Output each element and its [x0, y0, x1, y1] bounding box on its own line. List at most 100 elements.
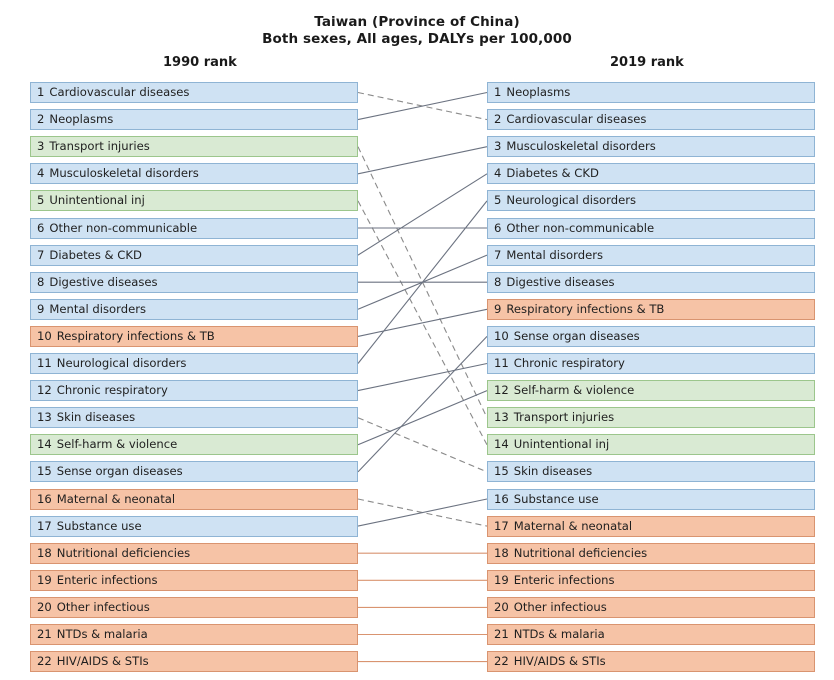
- rank-cause-label: Other non-communicable: [506, 220, 655, 235]
- rank-row[interactable]: 19 Enteric infections: [30, 569, 358, 591]
- rank-row[interactable]: 19 Enteric infections: [487, 569, 815, 591]
- rank-number: 10: [37, 328, 52, 343]
- rank-row[interactable]: 8 Digestive diseases: [30, 271, 358, 293]
- rank-row[interactable]: 1 Cardiovascular diseases: [30, 82, 358, 103]
- rank-cause-label: Neurological disorders: [56, 356, 187, 370]
- rank-row[interactable]: 4 Musculoskeletal disorders: [30, 163, 358, 185]
- rank-number: 12: [37, 383, 52, 398]
- rank-cause-label: Transport injuries: [49, 139, 150, 154]
- rank-number: 15: [37, 464, 52, 479]
- rank-row[interactable]: 13 Skin diseases: [30, 407, 358, 429]
- rank-cause-label: Mental disorders: [506, 247, 604, 262]
- rank-row[interactable]: 3 Musculoskeletal disorders: [487, 136, 815, 158]
- rank-row[interactable]: 22 HIV/AIDS & STIs: [30, 651, 358, 673]
- rank-number: 13: [494, 410, 509, 425]
- rank-cause-label: Unintentional inj: [49, 193, 145, 208]
- rank-row[interactable]: 16 Maternal & neonatal: [30, 488, 358, 510]
- rank-number: 14: [494, 437, 509, 452]
- rank-cause-label: Digestive diseases: [49, 274, 158, 289]
- rank-number: 4: [494, 166, 502, 181]
- rank-connector: [357, 362, 488, 392]
- rank-number: 8: [494, 274, 502, 289]
- rank-row[interactable]: 17 Substance use: [30, 515, 358, 537]
- rank-connector: [357, 146, 488, 175]
- rank-row[interactable]: 7 Diabetes & CKD: [30, 244, 358, 266]
- rank-row[interactable]: 9 Mental disorders: [30, 298, 358, 320]
- rank-row[interactable]: 21 NTDs & malaria: [487, 624, 815, 645]
- rank-cause-label: Respiratory infections & TB: [56, 328, 215, 343]
- rank-number: 5: [494, 193, 502, 208]
- rank-cause-label: Cardiovascular diseases: [49, 85, 190, 99]
- rank-number: 21: [37, 627, 52, 641]
- rank-row[interactable]: 15 Skin diseases: [487, 461, 815, 483]
- rank-row[interactable]: 2 Neoplasms: [30, 109, 358, 131]
- rank-connector: [357, 308, 488, 337]
- rank-cause-label: Maternal & neonatal: [56, 491, 176, 506]
- rank-connector: [357, 417, 488, 473]
- rank-cause-label: NTDs & malaria: [56, 627, 148, 641]
- rank-connector: [357, 173, 488, 256]
- chart-title-line-1: Taiwan (Province of China): [314, 14, 520, 30]
- rank-number: 15: [494, 464, 509, 479]
- rank-row[interactable]: 18 Nutritional deficiencies: [487, 542, 815, 564]
- rank-row[interactable]: 3 Transport injuries: [30, 136, 358, 158]
- rank-cause-label: Cardiovascular diseases: [506, 112, 647, 127]
- rank-cause-label: Neoplasms: [49, 112, 114, 127]
- rank-cause-label: Sense organ diseases: [56, 464, 183, 479]
- rank-connector: [357, 200, 488, 446]
- rank-cause-label: Respiratory infections & TB: [506, 301, 665, 316]
- rank-number: 19: [37, 572, 52, 587]
- rank-row[interactable]: 5 Neurological disorders: [487, 190, 815, 212]
- rank-row[interactable]: 22 HIV/AIDS & STIs: [487, 651, 815, 673]
- rank-row[interactable]: 12 Chronic respiratory: [30, 380, 358, 402]
- rank-number: 4: [37, 166, 45, 181]
- rank-number: 22: [494, 654, 509, 669]
- rank-row[interactable]: 10 Sense organ diseases: [487, 325, 815, 347]
- rank-number: 18: [494, 545, 509, 560]
- rank-number: 17: [494, 518, 509, 533]
- rank-number: 22: [37, 654, 52, 669]
- column-header-2019: 2019 rank: [610, 55, 684, 70]
- rank-row[interactable]: 4 Diabetes & CKD: [487, 163, 815, 185]
- rank-row[interactable]: 13 Transport injuries: [487, 407, 815, 429]
- rank-number: 16: [494, 491, 509, 506]
- rank-row[interactable]: 18 Nutritional deficiencies: [30, 542, 358, 564]
- rank-cause-label: Chronic respiratory: [56, 383, 168, 398]
- rank-row[interactable]: 20 Other infectious: [30, 596, 358, 618]
- rank-row[interactable]: 12 Self-harm & violence: [487, 380, 815, 402]
- rank-number: 3: [37, 139, 45, 154]
- rank-row[interactable]: 1 Neoplasms: [487, 82, 815, 103]
- rank-row[interactable]: 21 NTDs & malaria: [30, 624, 358, 645]
- rank-row[interactable]: 20 Other infectious: [487, 596, 815, 618]
- rank-number: 6: [37, 220, 45, 235]
- rank-connector: [357, 91, 488, 121]
- rank-number: 11: [37, 356, 52, 370]
- rank-number: 2: [494, 112, 502, 127]
- rank-row[interactable]: 6 Other non-communicable: [30, 217, 358, 239]
- rank-row[interactable]: 15 Sense organ diseases: [30, 461, 358, 483]
- rank-connector: [357, 254, 488, 310]
- rank-row[interactable]: 11 Neurological disorders: [30, 353, 358, 374]
- rank-row[interactable]: 2 Cardiovascular diseases: [487, 109, 815, 131]
- rank-row[interactable]: 17 Maternal & neonatal: [487, 515, 815, 537]
- rank-cause-label: Substance use: [513, 491, 599, 506]
- rank-number: 9: [494, 301, 502, 316]
- rank-cause-label: Digestive diseases: [506, 274, 615, 289]
- rank-row[interactable]: 6 Other non-communicable: [487, 217, 815, 239]
- column-header-1990: 1990 rank: [163, 55, 237, 70]
- rank-row[interactable]: 14 Self-harm & violence: [30, 434, 358, 456]
- rank-row[interactable]: 11 Chronic respiratory: [487, 353, 815, 374]
- rank-row[interactable]: 8 Digestive diseases: [487, 271, 815, 293]
- rank-row[interactable]: 5 Unintentional inj: [30, 190, 358, 212]
- rank-row[interactable]: 7 Mental disorders: [487, 244, 815, 266]
- rank-row[interactable]: 9 Respiratory infections & TB: [487, 298, 815, 320]
- rank-row[interactable]: 10 Respiratory infections & TB: [30, 325, 358, 347]
- rank-row[interactable]: 14 Unintentional inj: [487, 434, 815, 456]
- rank-number: 17: [37, 518, 52, 533]
- rank-cause-label: Nutritional deficiencies: [56, 545, 191, 560]
- rank-row[interactable]: 16 Substance use: [487, 488, 815, 510]
- rank-number: 18: [37, 545, 52, 560]
- rank-connector: [357, 390, 488, 446]
- rank-number: 5: [37, 193, 45, 208]
- rank-number: 11: [494, 356, 509, 370]
